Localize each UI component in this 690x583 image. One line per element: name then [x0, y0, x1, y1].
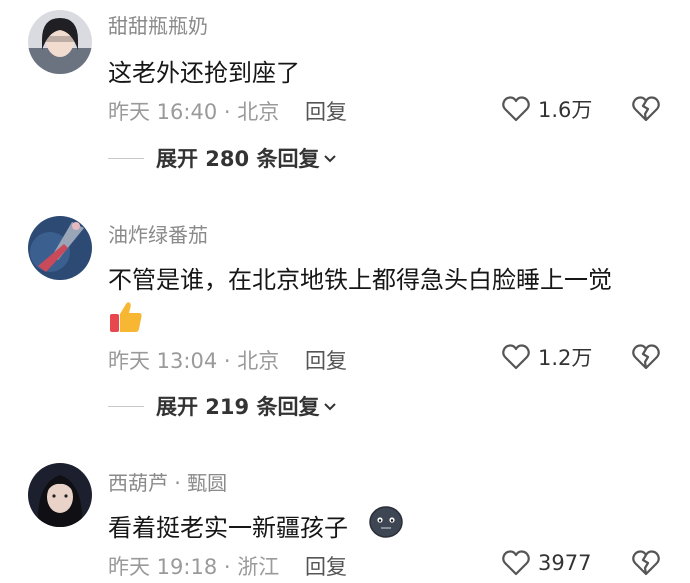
like-button[interactable]: 1.2万: [502, 342, 592, 372]
divider-line: [108, 405, 144, 407]
chevron-down-icon: [323, 397, 337, 416]
expand-replies-label: 展开 280 条回复: [156, 147, 320, 171]
username[interactable]: 油炸绿番茄: [108, 219, 208, 248]
avatar[interactable]: [28, 10, 92, 74]
expand-replies-button[interactable]: 展开 219 条回复: [108, 393, 337, 419]
username[interactable]: 甜甜瓶瓶奶: [108, 10, 208, 39]
heart-icon: [502, 96, 530, 122]
expand-replies-label: 展开 219 条回复: [156, 395, 320, 419]
expand-replies-button[interactable]: 展开 280 条回复: [108, 145, 337, 171]
comment-text: 不管是谁，在北京地铁上都得急头白脸睡上一觉: [108, 266, 612, 294]
like-button[interactable]: 3977: [502, 548, 591, 578]
comment-text: 这老外还抢到座了: [108, 59, 300, 87]
dislike-button[interactable]: [632, 344, 660, 370]
dislike-button[interactable]: [632, 550, 660, 576]
heart-icon: [502, 550, 530, 576]
blank-face-icon: [368, 505, 404, 543]
comment-meta: 昨天 13:04 · 北京: [108, 349, 280, 373]
like-count: 1.2万: [538, 346, 593, 370]
reply-button[interactable]: 回复: [305, 96, 347, 126]
broken-heart-icon: [632, 550, 660, 576]
reply-button[interactable]: 回复: [305, 345, 347, 375]
like-button[interactable]: 1.6万: [502, 94, 592, 124]
avatar[interactable]: [28, 463, 92, 527]
heart-icon: [502, 344, 530, 370]
reply-button[interactable]: 回复: [305, 551, 347, 581]
username[interactable]: 西葫芦 · 甄圆: [108, 467, 227, 496]
chevron-down-icon: [323, 149, 337, 168]
broken-heart-icon: [632, 96, 660, 122]
divider-line: [108, 157, 144, 159]
dislike-button[interactable]: [632, 96, 660, 122]
comment-meta: 昨天 19:18 · 浙江: [108, 555, 280, 579]
comment-meta: 昨天 16:40 · 北京: [108, 100, 280, 124]
broken-heart-icon: [632, 344, 660, 370]
thumbs-up-icon: [108, 300, 144, 338]
like-count: 3977: [538, 551, 592, 575]
comment-text: 看着挺老实一新疆孩子: [108, 514, 348, 542]
like-count: 1.6万: [538, 98, 593, 122]
avatar[interactable]: [28, 216, 92, 280]
